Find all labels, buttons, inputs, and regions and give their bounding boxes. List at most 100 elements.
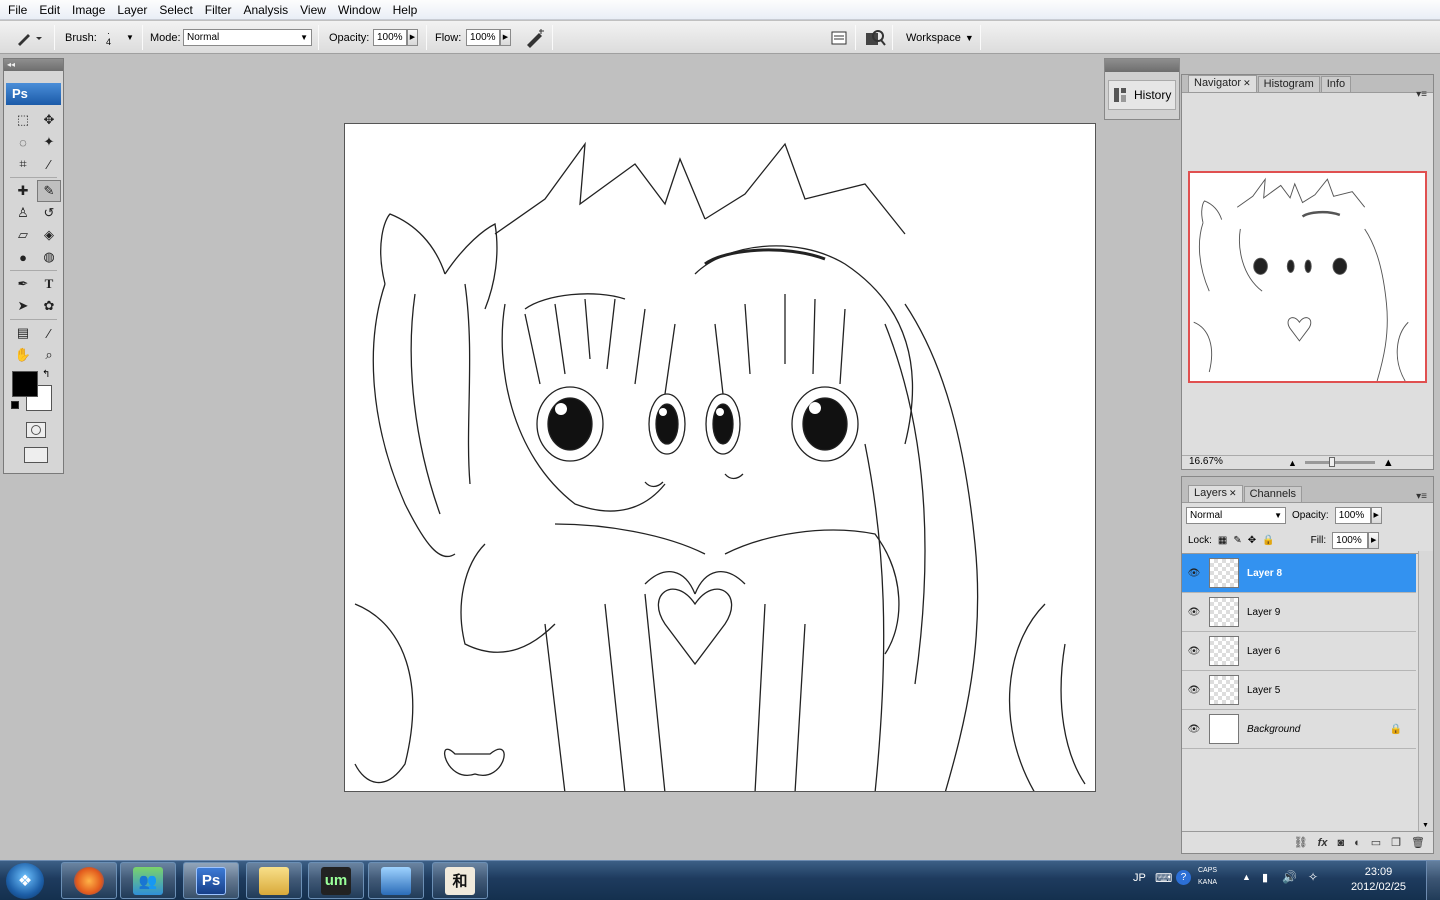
fill-arrow-icon[interactable]: ▶ [1368,532,1380,549]
menu-edit[interactable]: Edit [33,0,66,20]
brush-icon[interactable]: ✎ [37,180,61,202]
taskbar-media[interactable]: um [308,862,364,899]
lasso-icon[interactable]: ◌ [11,131,35,153]
delete-layer-icon[interactable]: 🗑 [1411,836,1425,849]
taskbar-explorer[interactable] [246,862,302,899]
tab-navigator[interactable]: Navigator ✕ [1188,75,1257,92]
new-group-icon[interactable]: ▭ [1371,836,1381,849]
default-colors-icon[interactable] [11,401,19,409]
flow-slider-arrow-icon[interactable]: ▶ [500,29,511,46]
lock-all-icon[interactable]: 🔒 [1262,535,1274,546]
lock-position-icon[interactable]: ✥ [1248,535,1256,546]
layers-scrollbar[interactable]: ▼ [1418,551,1433,831]
menu-help[interactable]: Help [387,0,424,20]
menu-filter[interactable]: Filter [199,0,238,20]
layer-row-layer-8[interactable]: 👁 Layer 8 [1182,554,1416,593]
opacity-slider-arrow-icon[interactable]: ▶ [407,29,418,46]
lock-transparency-icon[interactable]: ▦ [1218,535,1227,546]
dodge-icon[interactable]: ◍ [37,246,61,268]
pen-icon[interactable]: ✒ [11,273,35,295]
airbrush-icon[interactable] [524,28,546,48]
taskbar-pictures[interactable] [368,862,424,899]
toolbox-header[interactable]: ◂◂ [4,59,63,71]
menu-image[interactable]: Image [66,0,111,20]
path-selection-icon[interactable]: ➤ [11,295,35,317]
layer-name[interactable]: Layer 9 [1247,607,1280,618]
notes-icon[interactable]: ▤ [11,322,35,344]
history-panel-button[interactable]: History [1108,80,1176,110]
close-icon[interactable]: ✕ [1229,488,1237,498]
move-icon[interactable]: ✥ [37,109,61,131]
hand-icon[interactable]: ✋ [11,344,35,366]
tab-info[interactable]: Info [1320,76,1352,92]
eye-icon[interactable]: 👁 [1182,607,1206,618]
tab-channels[interactable]: Channels [1243,486,1303,502]
taskbar-messenger[interactable]: 👥 [120,862,176,899]
zoom-icon[interactable]: ⌕ [37,344,61,366]
menu-window[interactable]: Window [332,0,387,20]
network-icon[interactable]: ▮ [1262,871,1268,884]
clone-stamp-icon[interactable]: ♙ [11,202,35,224]
blur-icon[interactable]: ● [11,246,35,268]
layer-row-layer-9[interactable]: 👁 Layer 9 [1182,593,1416,632]
screen-mode-icon[interactable] [24,447,48,463]
show-hidden-icons[interactable]: ▲ [1242,872,1251,882]
adjustment-layer-icon[interactable]: ◐ [1354,837,1361,849]
taskbar-firefox[interactable] [61,862,117,899]
panel-menu-icon[interactable]: ▾≡ [1416,89,1427,100]
flow-input[interactable]: 100% [466,29,500,46]
custom-shape-icon[interactable]: ✿ [37,295,61,317]
eye-icon[interactable]: 👁 [1182,646,1206,657]
palette-well-icon[interactable] [830,29,848,47]
crop-icon[interactable]: ⌗ [11,153,35,175]
layer-row-background[interactable]: 👁 Background 🔒 [1182,710,1416,749]
taskbar-photoshop[interactable]: Ps [183,862,239,899]
bridge-icon[interactable] [864,28,886,48]
language-indicator[interactable]: JP [1133,872,1146,884]
eraser-icon[interactable]: ▱ [11,224,35,246]
menu-view[interactable]: View [294,0,332,20]
foreground-color-swatch[interactable] [12,371,38,397]
marquee-icon[interactable]: ⬚ [11,109,35,131]
layer-row-layer-6[interactable]: 👁 Layer 6 [1182,632,1416,671]
keyboard-icon[interactable]: ⌨ [1155,871,1172,885]
zoom-slider[interactable] [1304,457,1375,467]
start-button[interactable]: ❖ [6,863,44,899]
help-icon[interactable]: ? [1176,870,1191,885]
fx-icon[interactable]: fx [1318,837,1328,849]
fill-input[interactable]: 100% [1332,532,1369,549]
scroll-down-icon[interactable]: ▼ [1422,822,1429,829]
mode-select[interactable]: Normal ▼ [183,29,312,46]
menu-layer[interactable]: Layer [111,0,153,20]
tool-preset-picker[interactable] [14,21,44,54]
zoom-slider-thumb[interactable] [1328,457,1335,467]
sync-icon[interactable]: ✧ [1308,870,1318,884]
swap-colors-icon[interactable]: ↰ [42,369,50,380]
clock[interactable]: 23:09 2012/02/25 [1351,865,1406,895]
healing-brush-icon[interactable]: ✚ [11,180,35,202]
taskbar-ime[interactable]: 和 [432,862,488,899]
brush-picker-arrow-icon[interactable]: ▼ [126,33,134,42]
zoom-out-icon[interactable]: ▲ [1288,458,1297,468]
lock-pixels-icon[interactable]: ✎ [1233,535,1241,546]
quick-mask-icon[interactable] [26,422,46,438]
eye-icon[interactable]: 👁 [1182,724,1206,735]
blend-mode-select[interactable]: Normal ▼ [1186,507,1286,524]
slice-icon[interactable]: ∕ [37,153,61,175]
layer-row-layer-5[interactable]: 👁 Layer 5 [1182,671,1416,710]
layer-name[interactable]: Layer 5 [1247,685,1280,696]
new-layer-icon[interactable]: ❐ [1391,836,1401,849]
navigator-thumbnail[interactable] [1188,171,1427,383]
eye-icon[interactable]: 👁 [1182,568,1206,579]
layer-name[interactable]: Background [1247,724,1300,735]
volume-icon[interactable]: 🔊 [1282,870,1297,884]
panel-menu-icon[interactable]: ▾≡ [1416,491,1427,502]
tab-layers[interactable]: Layers ✕ [1188,485,1243,502]
layer-name[interactable]: Layer 6 [1247,646,1280,657]
layer-opacity-arrow-icon[interactable]: ▶ [1370,507,1382,524]
document-canvas[interactable] [344,123,1096,792]
menu-file[interactable]: File [2,0,33,20]
layer-name[interactable]: Layer 8 [1247,568,1282,579]
history-brush-icon[interactable]: ↺ [37,202,61,224]
menu-select[interactable]: Select [153,0,198,20]
